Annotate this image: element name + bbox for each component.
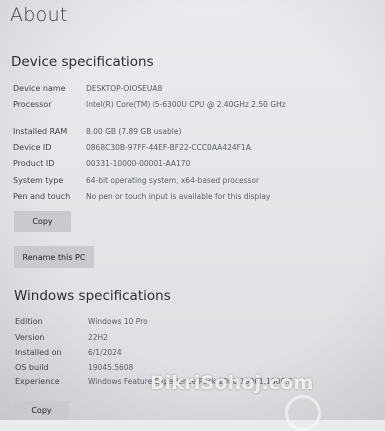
win-value: 22H2 (88, 333, 108, 342)
spec-label: Installed RAM (13, 127, 68, 136)
page-title: About (10, 4, 68, 26)
spec-label: Device name (13, 84, 66, 93)
spec-value: 64-bit operating system, x64-based proce… (86, 176, 260, 185)
spec-value: DESKTOP-OIOSEUA8 (86, 84, 163, 93)
win-label: Experience (15, 377, 60, 386)
copy-device-specs-button[interactable]: Copy (14, 211, 71, 232)
rename-pc-button[interactable]: Rename this PC (14, 246, 94, 268)
watermark-logo (285, 395, 321, 431)
spec-label: Processor (13, 100, 52, 109)
spec-label: Device ID (13, 143, 52, 152)
win-value: 6/1/2024 (88, 348, 122, 357)
win-label: Installed on (15, 348, 62, 357)
watermark: BikriSohoj.com (150, 372, 314, 394)
spec-label: System type (13, 176, 64, 185)
spec-value: No pen or touch input is available for t… (86, 192, 271, 201)
win-label: OS build (15, 363, 49, 372)
win-label: Version (15, 333, 45, 342)
device-specifications-heading: Device specifications (11, 54, 154, 70)
spec-label: Pen and touch (13, 192, 71, 201)
win-value: 19045.5608 (88, 363, 134, 372)
windows-specifications-heading: Windows specifications (14, 288, 171, 304)
copy-windows-specs-button[interactable]: Copy (14, 401, 69, 420)
spec-value: 0868C30B-97FF-44EF-BF22-CCC0AA424F1A (86, 143, 251, 152)
spec-value: Intel(R) Core(TM) i5-6300U CPU @ 2.40GHz… (86, 100, 286, 109)
win-label: Edition (15, 317, 43, 326)
win-value: Windows 10 Pro (88, 317, 148, 326)
spec-value: 8.00 GB (7.89 GB usable) (86, 127, 182, 136)
spec-value: 00331-10000-00001-AA170 (86, 159, 191, 168)
spec-label: Product ID (13, 159, 55, 168)
